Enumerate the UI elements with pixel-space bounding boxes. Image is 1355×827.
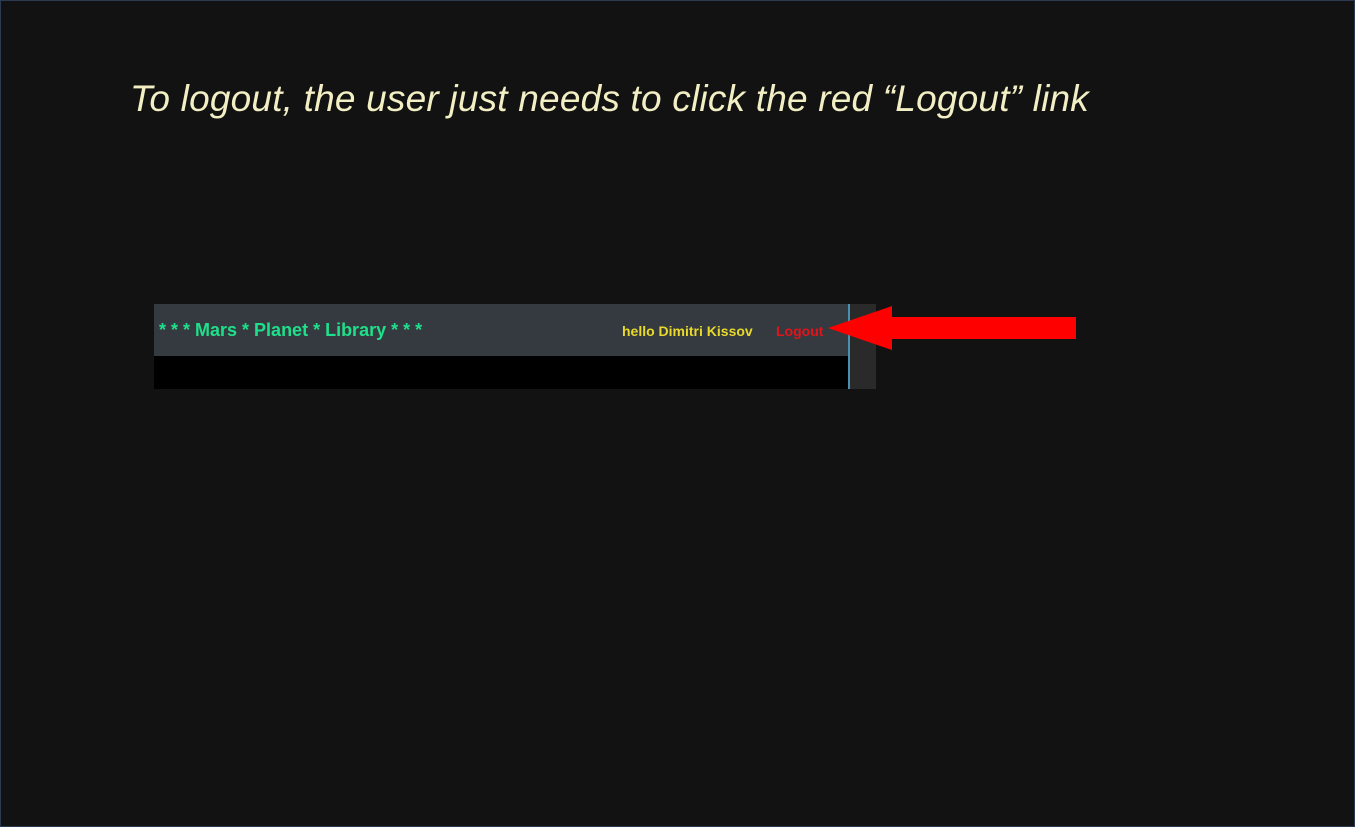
brand-title[interactable]: * * * Mars * Planet * Library * * * [159, 320, 422, 341]
app-screenshot: * * * Mars * Planet * Library * * * hell… [154, 304, 876, 389]
page-content-area [154, 356, 848, 389]
instruction-caption: To logout, the user just needs to click … [130, 78, 1089, 119]
user-greeting: hello Dimitri Kissov [622, 323, 753, 339]
navbar: * * * Mars * Planet * Library * * * hell… [154, 304, 848, 356]
slide-frame [0, 0, 1355, 827]
logout-link[interactable]: Logout [776, 323, 823, 339]
left-arrow-icon [828, 306, 1076, 350]
